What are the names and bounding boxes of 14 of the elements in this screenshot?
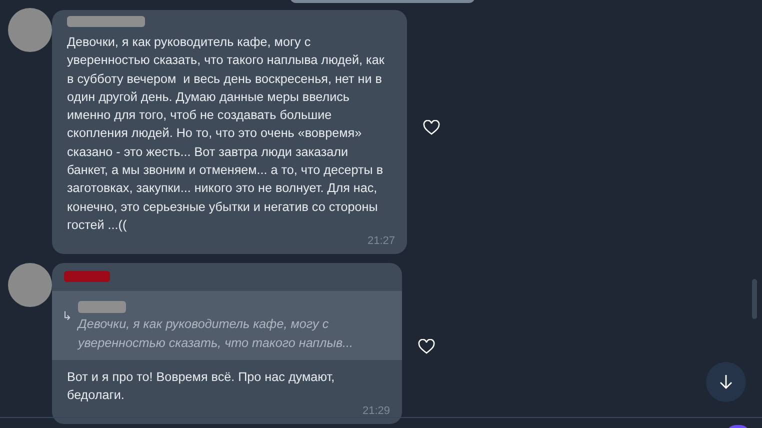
message-text: Вот и я про то! Вовремя всё. Про нас думают, бедолаги. [66, 368, 336, 404]
reply-arrow: ↳ [62, 308, 72, 326]
reply-quote[interactable]: ↳ Девочки, я как руководитель кафе, могу с уверенностью сказать, что такого наплыв... [52, 291, 402, 360]
avatar[interactable] [8, 263, 52, 308]
avatar[interactable] [8, 8, 52, 52]
arrow-down-icon [718, 374, 734, 390]
message-text: Девочки, я как руководитель кафе, могу с уверенностью сказать, что такого наплыва людей, как в субботу вечером и весь день воскресенья, нет ни в один другой день. Думаю данные меры ввелись именно для того, чтоб не создавать большие скопления людей. Но то, что это очень «вовремя» сказано - это жесть... Вот завтра люди заказали банкет, а мы звоним и отменяем... а то, что десерты в заготовках, закупки... никого это не волнует. Для нас, конечно, это серьезные убытки и негатив со стороны гостей ...(( [66, 34, 386, 234]
message-time: 21:27 [366, 234, 396, 250]
like-icon[interactable] [423, 120, 440, 135]
message-time: 21:29 [361, 404, 391, 420]
quoted-text: Девочки, я как руководитель кафе, могу с уверенностью сказать, что такого наплыв... [78, 316, 354, 352]
scrollbar-thumb[interactable] [752, 279, 757, 319]
like-icon[interactable] [418, 339, 435, 354]
scroll-down-button[interactable] [706, 362, 746, 402]
